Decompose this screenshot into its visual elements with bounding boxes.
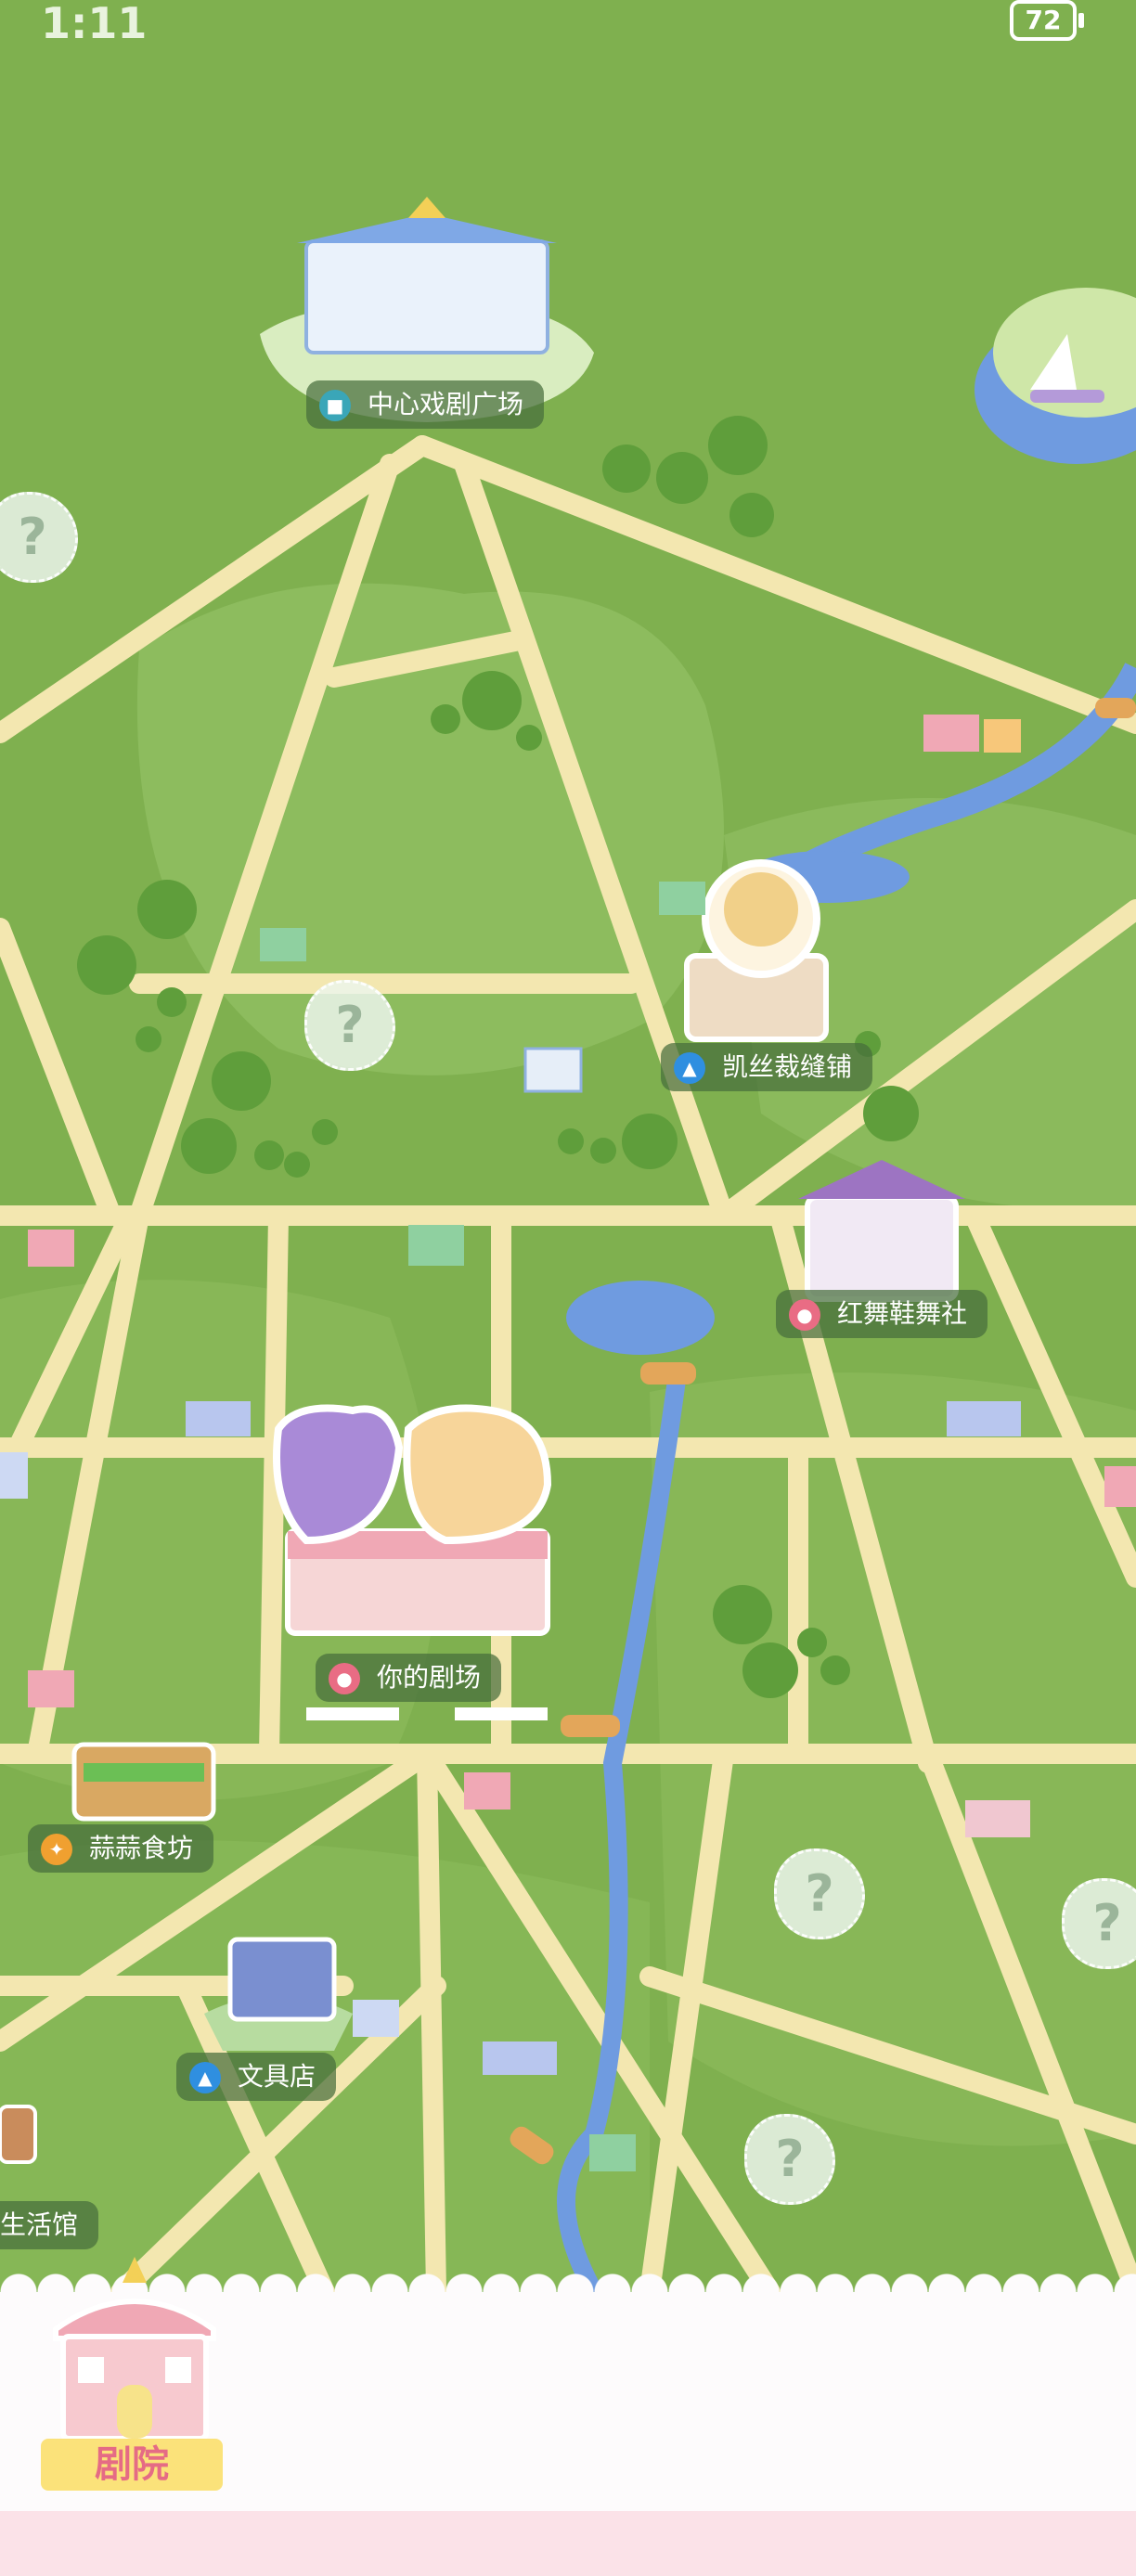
location-kais-tailor[interactable]: ▲ 凯丝裁缝铺 <box>661 1043 873 1091</box>
location-label: 生活馆 <box>0 2209 79 2240</box>
location-label: 中心戏剧广场 <box>368 389 524 419</box>
battery-icon: 72 <box>1010 0 1084 41</box>
unknown-location-marker[interactable]: ? <box>744 2114 835 2205</box>
shop-bag-icon: ▲ <box>189 2062 221 2093</box>
location-central-square[interactable]: ■ 中心戏剧广场 <box>306 380 545 429</box>
location-label: 蒜蒜食坊 <box>89 1833 194 1863</box>
unknown-location-marker[interactable]: ? <box>1062 1878 1136 1969</box>
location-label: 红舞鞋舞社 <box>837 1298 968 1329</box>
location-your-theater[interactable]: ● 你的剧场 <box>316 1654 502 1702</box>
location-stationery[interactable]: ▲ 文具店 <box>176 2053 337 2101</box>
status-time: 1:11 <box>41 0 148 48</box>
location-label: 凯丝裁缝铺 <box>722 1051 853 1082</box>
status-bar: 1:11 72 <box>0 0 1136 48</box>
fork-knife-icon: ✦ <box>41 1834 72 1865</box>
theater-mask-icon: ● <box>329 1663 360 1694</box>
location-garlic-kitchen[interactable]: ✦ 蒜蒜食坊 <box>28 1824 214 1873</box>
shop-bag-icon: ▲ <box>674 1052 705 1084</box>
location-label: 文具店 <box>238 2061 316 2092</box>
unknown-location-marker[interactable]: ? <box>774 1848 865 1939</box>
theater-tab-label: 剧院 <box>41 2439 223 2491</box>
town-map[interactable] <box>0 0 1136 2576</box>
theater-mask-icon: ● <box>789 1299 820 1331</box>
theater-building-icon <box>53 2257 216 2441</box>
bottom-bar <box>0 2511 1136 2576</box>
location-red-shoes[interactable]: ● 红舞鞋舞社 <box>776 1290 988 1338</box>
location-life-hall[interactable]: 生活馆 <box>0 2201 99 2249</box>
location-label: 你的剧场 <box>377 1662 482 1693</box>
unknown-location-marker[interactable]: ? <box>304 980 395 1071</box>
landmark-icon: ■ <box>319 390 351 421</box>
